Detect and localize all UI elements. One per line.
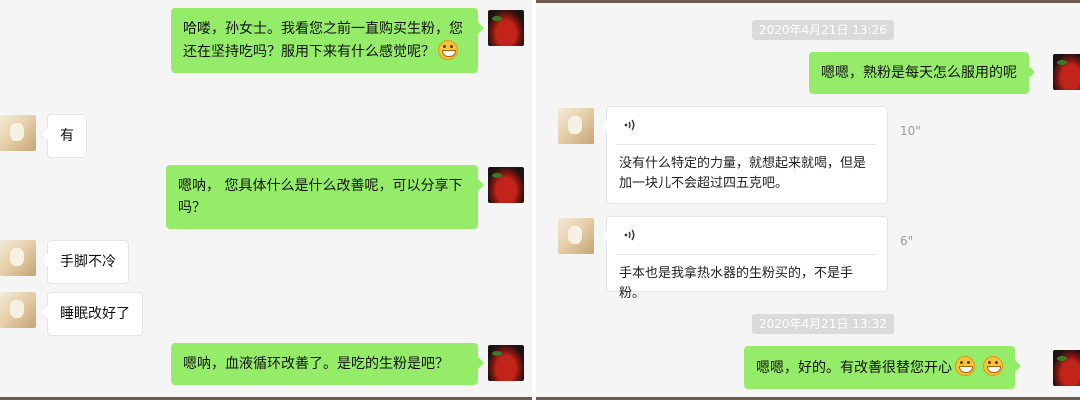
message-text: 睡眠改好了 (60, 306, 130, 322)
voice-duration: 6" (900, 234, 914, 248)
timestamp-chip: 2020年4月21日 13:32 (752, 314, 894, 334)
message-bubble-outgoing[interactable]: 哈喽，孙女士。我看您之前一直购买生粉，您还在坚持吃吗？服用下来有什么感觉呢？ (171, 8, 484, 73)
message-bubble-outgoing[interactable]: 嗯呐，血液循环改善了。是吃的生粉是吧？ (171, 343, 484, 385)
person-avatar[interactable] (0, 240, 36, 276)
chat-panel-right: 2020年4月21日 13:26 嗯嗯，熟粉是每天怎么服用的呢 没有什么特定的力… (536, 0, 1080, 400)
berry-bowl-avatar[interactable] (1053, 350, 1080, 386)
photo-strip (536, 0, 1080, 3)
message-text: 嗯嗯，好的。有改善很替您开心 (756, 360, 952, 376)
voice-wave-icon[interactable] (623, 118, 637, 132)
grinning-emoji (438, 40, 458, 60)
message-bubble-outgoing[interactable]: 嗯呐， 您具体什么是什么改善呢，可以分享下吗？ (166, 165, 484, 229)
berry-bowl-avatar[interactable] (488, 167, 524, 203)
message-text: 嗯呐，血液循环改善了。是吃的生粉是吧？ (183, 356, 449, 372)
voice-message-card[interactable]: 没有什么特定的力量，就想起来就喝，但是加一块儿不会超过四五克吧。 (601, 106, 888, 204)
voice-divider (617, 254, 877, 255)
voice-message-card[interactable]: 手本也是我拿热水器的生粉买的，不是手粉。 (601, 216, 888, 301)
message-bubble-outgoing[interactable]: 嗯嗯，好的。有改善很替您开心 (744, 346, 1021, 389)
voice-divider (617, 144, 877, 145)
message-text: 嗯呐， 您具体什么是什么改善呢，可以分享下吗？ (178, 178, 463, 216)
message-bubble-incoming[interactable]: 手脚不冷 (42, 240, 129, 284)
person-avatar[interactable] (558, 108, 594, 144)
message-bubble-incoming[interactable]: 睡眠改好了 (42, 292, 143, 336)
berry-bowl-avatar[interactable] (488, 345, 524, 381)
message-bubble-incoming[interactable]: 有 (42, 114, 87, 158)
message-text: 哈喽，孙女士。我看您之前一直购买生粉，您还在坚持吃吗？服用下来有什么感觉呢？ (183, 21, 463, 60)
berry-bowl-avatar[interactable] (1053, 54, 1080, 90)
person-avatar[interactable] (558, 218, 594, 254)
voice-wave-icon[interactable] (623, 228, 637, 242)
voice-transcript: 手本也是我拿热水器的生粉买的，不是手粉。 (619, 266, 854, 301)
person-avatar[interactable] (0, 292, 36, 328)
grinning-emoji (983, 356, 1003, 376)
chat-panel-left: 哈喽，孙女士。我看您之前一直购买生粉，您还在坚持吃吗？服用下来有什么感觉呢？ 有… (0, 0, 532, 400)
timestamp-chip: 2020年4月21日 13:26 (752, 20, 894, 40)
message-text: 有 (60, 128, 74, 144)
person-avatar[interactable] (0, 115, 36, 151)
message-text: 嗯嗯，熟粉是每天怎么服用的呢 (821, 65, 1017, 81)
grinning-emoji (955, 356, 975, 376)
message-text: 手脚不冷 (60, 254, 116, 270)
berry-bowl-avatar[interactable] (488, 10, 524, 46)
voice-transcript: 没有什么特定的力量，就想起来就喝，但是加一块儿不会超过四五克吧。 (619, 156, 867, 191)
voice-duration: 10" (900, 124, 921, 138)
message-bubble-outgoing[interactable]: 嗯嗯，熟粉是每天怎么服用的呢 (809, 52, 1035, 94)
